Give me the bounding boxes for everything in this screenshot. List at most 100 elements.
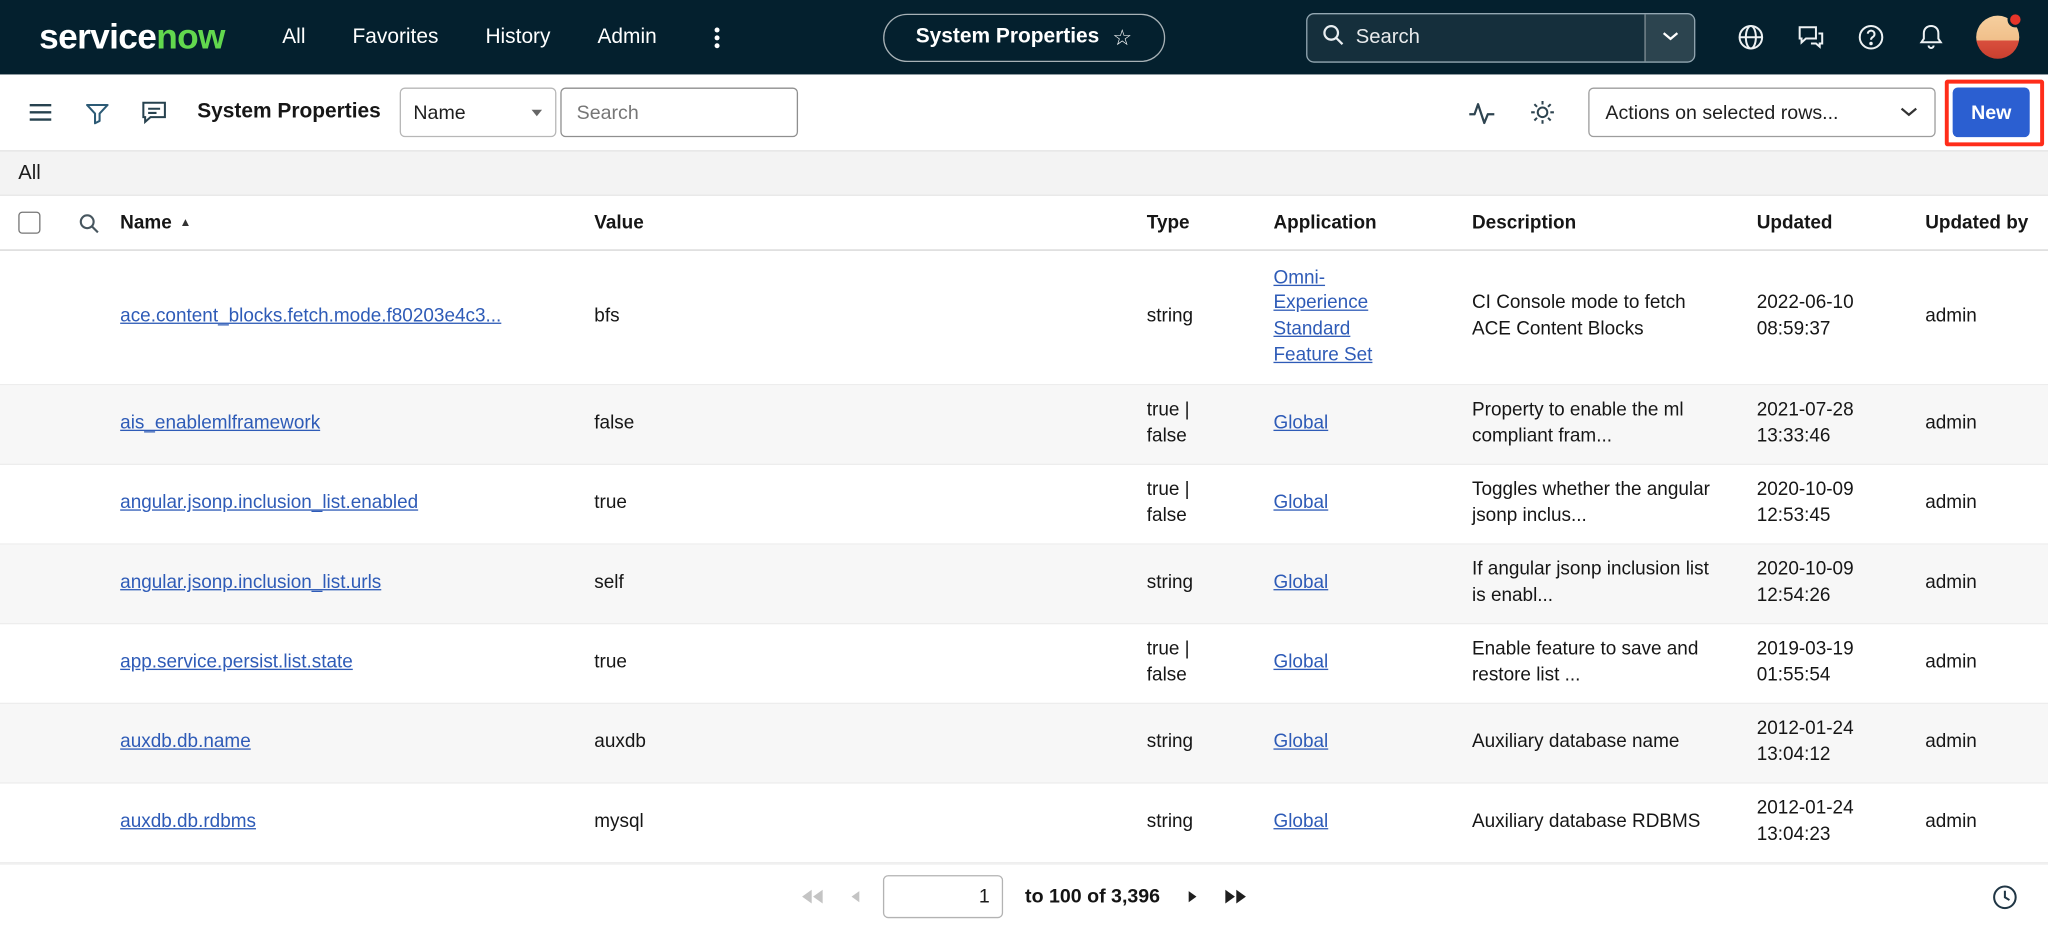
column-header-application[interactable]: Application (1273, 212, 1472, 233)
description-cell: Auxiliary database name (1472, 730, 1757, 756)
updated-by-cell: admin (1925, 730, 2048, 756)
servicenow-logo[interactable]: servicenow (39, 17, 225, 57)
current-page-pill[interactable]: System Properties ☆ (883, 13, 1165, 61)
property-link[interactable]: ais_enablemlframework (120, 413, 320, 434)
new-record-button[interactable]: New (1953, 88, 2030, 138)
application-cell: Global (1273, 810, 1472, 836)
column-header-name[interactable]: Name▲ (120, 212, 594, 233)
last-page-button[interactable] (1221, 886, 1248, 908)
settings-gear-icon[interactable] (1528, 98, 1557, 127)
first-page-button[interactable] (799, 886, 826, 908)
page-input[interactable] (883, 875, 1003, 918)
prev-page-button[interactable] (843, 886, 865, 908)
user-avatar[interactable] (1976, 16, 2019, 59)
description-cell: Enable feature to save and restore list … (1472, 638, 1757, 689)
application-cell: Omni-Experience Standard Feature Set (1273, 266, 1472, 368)
name-cell: auxdb.db.rdbms (120, 810, 594, 836)
table-row: ace.content_blocks.fetch.mode.f80203e4c3… (0, 251, 2048, 386)
breadcrumb: All (0, 152, 2048, 196)
nav-all[interactable]: All (282, 25, 305, 49)
toolbar-actions: Actions on selected rows... New (1467, 88, 2030, 138)
column-header-description[interactable]: Description (1472, 212, 1757, 233)
chat-icon[interactable] (1796, 22, 1826, 52)
application-link[interactable]: Global (1273, 810, 1328, 836)
application-link[interactable]: Global (1273, 491, 1328, 517)
type-cell: true | false (1147, 479, 1274, 530)
pagination: to 100 of 3,396 (799, 875, 1249, 918)
column-header-updated[interactable]: Updated (1757, 212, 1925, 233)
type-cell: true | false (1147, 399, 1274, 450)
application-link[interactable]: Global (1273, 412, 1328, 438)
select-all-checkbox[interactable] (18, 212, 40, 234)
description-cell: Auxiliary database RDBMS (1472, 810, 1757, 836)
updated-cell: 2020-10-09 12:53:45 (1757, 479, 1925, 530)
column-header-value[interactable]: Value (594, 212, 1146, 233)
table-body: ace.content_blocks.fetch.mode.f80203e4c3… (0, 251, 2048, 864)
application-link[interactable]: Global (1273, 651, 1328, 677)
value-cell: bfs (594, 305, 1146, 331)
updated-cell: 2022-06-10 08:59:37 (1757, 292, 1925, 343)
recent-history-clock-icon[interactable] (1991, 882, 2020, 911)
column-header-updated-by[interactable]: Updated by (1925, 212, 2048, 233)
application-link[interactable]: Global (1273, 571, 1328, 597)
favorite-star-icon[interactable]: ☆ (1112, 26, 1132, 48)
nav-favorites[interactable]: Favorites (352, 25, 438, 49)
notification-badge (2008, 12, 2024, 28)
value-cell: true (594, 651, 1146, 677)
property-link[interactable]: angular.jsonp.inclusion_list.enabled (120, 493, 418, 514)
pagination-range-text: to 100 of 3,396 (1025, 886, 1160, 908)
table-row: ais_enablemlframework false true | false… (0, 385, 2048, 465)
chevron-down-icon (1899, 106, 1919, 119)
logo-now-text: now (156, 17, 225, 56)
type-cell: string (1147, 305, 1274, 331)
updated-by-cell: admin (1925, 305, 2048, 331)
application-cell: Global (1273, 730, 1472, 756)
logo-service-text: service (39, 17, 156, 56)
chevron-down-icon (1661, 25, 1679, 49)
property-link[interactable]: auxdb.db.name (120, 732, 251, 753)
column-header-type[interactable]: Type (1147, 212, 1274, 233)
activity-pulse-icon[interactable] (1467, 97, 1497, 127)
help-icon[interactable] (1856, 22, 1886, 52)
application-link[interactable]: Global (1273, 730, 1328, 756)
search-field-select[interactable]: Name (399, 88, 556, 138)
property-link[interactable]: auxdb.db.rdbms (120, 811, 256, 832)
list-title: System Properties (197, 101, 381, 125)
updated-cell: 2012-01-24 13:04:12 (1757, 718, 1925, 769)
nav-admin[interactable]: Admin (597, 25, 656, 49)
notifications-bell-icon[interactable] (1916, 22, 1946, 52)
list-menu-icon[interactable] (26, 98, 55, 127)
description-cell: If angular jsonp inclusion list is enabl… (1472, 558, 1757, 609)
updated-cell: 2012-01-24 13:04:23 (1757, 797, 1925, 848)
table-row: auxdb.db.name auxdb string Global Auxili… (0, 704, 2048, 784)
nav-history[interactable]: History (485, 25, 550, 49)
page-pill-label: System Properties (916, 25, 1100, 49)
comments-icon[interactable] (140, 98, 169, 127)
type-cell: string (1147, 571, 1274, 597)
row-actions-select[interactable]: Actions on selected rows... (1588, 88, 1935, 138)
name-cell: app.service.persist.list.state (120, 651, 594, 677)
updated-by-cell: admin (1925, 491, 2048, 517)
list-search-input[interactable] (560, 88, 798, 138)
application-cell: Global (1273, 491, 1472, 517)
header-actions (1306, 12, 2019, 62)
app-root: servicenow All Favorites History Admin S… (0, 0, 2048, 932)
global-search[interactable] (1306, 12, 1695, 62)
next-page-button[interactable] (1182, 886, 1204, 908)
application-cell: Global (1273, 412, 1472, 438)
column-search-icon[interactable] (57, 211, 120, 235)
more-menu-icon[interactable] (704, 22, 730, 53)
application-link[interactable]: Omni-Experience Standard Feature Set (1273, 266, 1398, 368)
updated-by-cell: admin (1925, 412, 2048, 438)
table-row: app.service.persist.list.state true true… (0, 624, 2048, 704)
filter-icon[interactable] (84, 99, 111, 126)
breadcrumb-all[interactable]: All (18, 161, 41, 185)
search-scope-dropdown[interactable] (1644, 14, 1694, 61)
updated-by-cell: admin (1925, 810, 2048, 836)
property-link[interactable]: angular.jsonp.inclusion_list.urls (120, 572, 381, 593)
property-link[interactable]: app.service.persist.list.state (120, 652, 353, 673)
value-cell: self (594, 571, 1146, 597)
global-search-input[interactable] (1356, 25, 1645, 49)
property-link[interactable]: ace.content_blocks.fetch.mode.f80203e4c3… (120, 306, 501, 327)
globe-icon[interactable] (1736, 22, 1766, 52)
